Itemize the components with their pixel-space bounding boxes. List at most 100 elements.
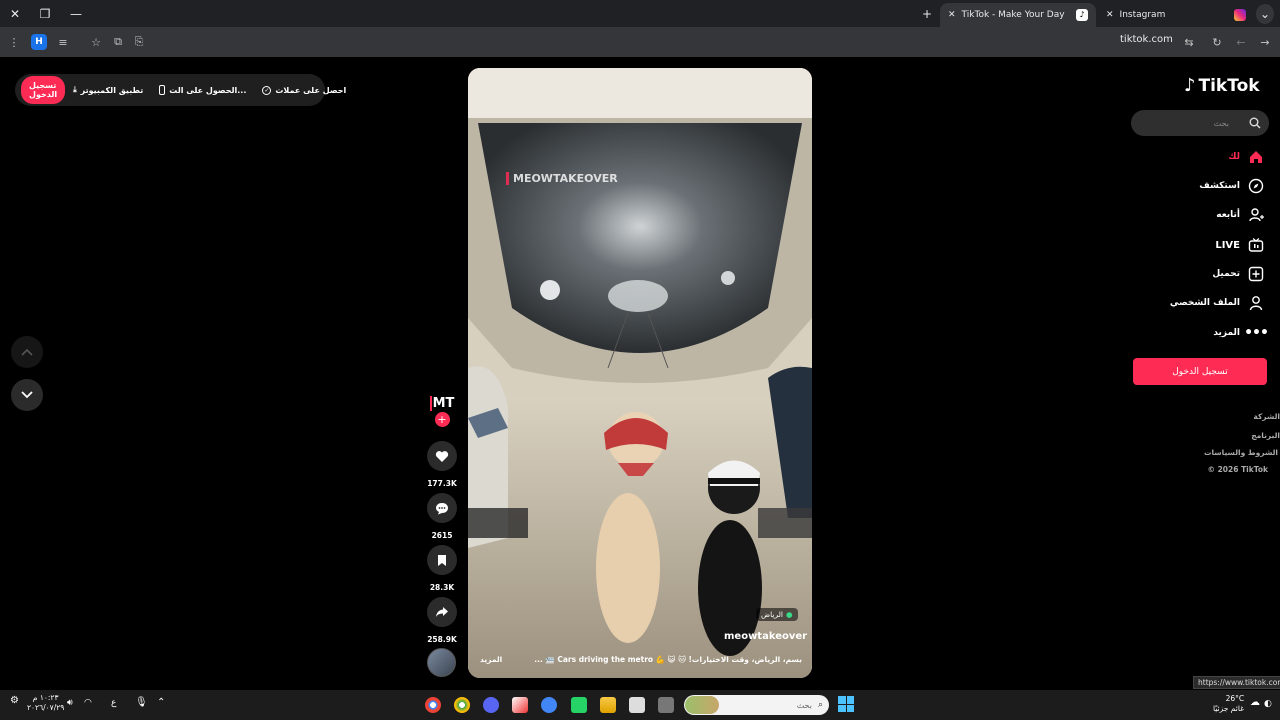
- follow-plus-icon[interactable]: +: [434, 412, 450, 427]
- get-app-link[interactable]: الحصول على الت...: [159, 85, 246, 95]
- reading-list-icon[interactable]: ≡: [55, 34, 71, 50]
- heart-icon: [435, 450, 449, 462]
- chrome-taskbar-icon[interactable]: [425, 697, 441, 713]
- file-explorer-taskbar-icon[interactable]: [600, 697, 616, 713]
- status-bar-url: https://www.tiktok.com: [1193, 676, 1280, 689]
- logo-text: TikTok: [1198, 75, 1260, 96]
- next-video-button[interactable]: [11, 379, 43, 411]
- previous-video-button[interactable]: [11, 336, 43, 368]
- forward-arrow-icon[interactable]: →: [1257, 34, 1273, 50]
- sidebar-item-label: المزيد: [1213, 328, 1240, 338]
- sidebar-item-explore[interactable]: استكشف: [1199, 178, 1264, 194]
- wifi-icon[interactable]: ◠: [84, 698, 92, 708]
- sidebar-login-button[interactable]: تسجيل الدخول: [1133, 358, 1267, 385]
- share-button[interactable]: 258.9K: [426, 597, 458, 644]
- notification-settings-icon[interactable]: ⚙: [10, 695, 19, 706]
- reload-icon[interactable]: ↻: [1209, 34, 1225, 50]
- close-window-icon[interactable]: ✕: [4, 4, 26, 24]
- music-disc-avatar[interactable]: [427, 648, 456, 677]
- restore-window-icon[interactable]: ❐: [34, 4, 56, 24]
- sidebar-item-profile[interactable]: الملف الشخصي: [1170, 295, 1264, 311]
- tiktok-favicon-icon: ♪: [1076, 9, 1088, 21]
- sidebar-item-live[interactable]: LIVE: [1215, 237, 1264, 253]
- weather-temp: 26°C: [1225, 694, 1245, 703]
- weather-widget[interactable]: 26°C غائم جزئيًا: [1213, 694, 1244, 714]
- coin-icon: ✓: [262, 85, 272, 95]
- app-taskbar-icon[interactable]: [512, 697, 528, 713]
- language-indicator[interactable]: ع: [111, 698, 116, 708]
- search-icon[interactable]: [1249, 117, 1261, 129]
- tiktok-logo[interactable]: ♪ TikTok: [1184, 75, 1260, 96]
- tab-close-icon[interactable]: ✕: [1106, 10, 1114, 20]
- sidebar-item-label: لك: [1228, 152, 1240, 162]
- location-pin-icon: ●: [785, 610, 793, 619]
- extension-h-icon[interactable]: H: [31, 34, 47, 50]
- download-icon: ⤓: [73, 85, 77, 94]
- comment-button[interactable]: 2615: [426, 493, 458, 540]
- clock-date: ٢٠٢٦/٠٧/٢٩: [27, 703, 65, 712]
- comment-count: 2615: [431, 531, 453, 540]
- sidebar-item-label: أتابعه: [1216, 210, 1240, 220]
- author-avatar-button[interactable]: MT +: [426, 396, 458, 427]
- footer-link-terms[interactable]: الشروط والسياسات: [1204, 448, 1278, 457]
- desktop-app-label: تطبيق الكمبيوتر: [80, 85, 144, 95]
- get-coins-link[interactable]: ✓ احصل على عملات: [262, 85, 346, 95]
- browser-toolbar: [0, 27, 1280, 57]
- chrome-profile-taskbar-icon[interactable]: [454, 697, 470, 713]
- like-button[interactable]: 177.3K: [426, 441, 458, 488]
- sidebar-item-label: تحميل: [1212, 269, 1240, 279]
- sidebar-item-upload[interactable]: تحميل: [1212, 266, 1264, 282]
- volume-icon[interactable]: 🔊︎: [67, 698, 73, 708]
- tray-chevron-up-icon[interactable]: ⌃: [157, 697, 165, 708]
- search-highlight-image: [685, 696, 719, 714]
- sidebar-item-following[interactable]: أتابعه: [1216, 207, 1264, 223]
- video-player[interactable]: MEOWTAKEOVER الرياض ● meowtakeover المزي…: [468, 68, 812, 678]
- tab-title: TikTok - Make Your Day: [961, 10, 1065, 20]
- instagram-favicon-icon: [1234, 9, 1246, 21]
- tab-search-chevron-icon[interactable]: ⌄: [1256, 4, 1274, 24]
- video-frame-image: [468, 68, 812, 678]
- sidebar-item-label: استكشف: [1199, 181, 1240, 191]
- menu-dots-icon[interactable]: ⋮: [6, 34, 22, 50]
- top-login-button[interactable]: تسجيل الدخول: [21, 76, 66, 104]
- video-watermark: MEOWTAKEOVER: [506, 172, 618, 185]
- footer-link-program[interactable]: البرنامج: [1251, 431, 1280, 440]
- store-taskbar-icon[interactable]: [629, 697, 645, 713]
- like-count: 177.3K: [427, 479, 457, 488]
- phone-icon: [159, 85, 166, 95]
- desktop-app-link[interactable]: ⤓ تطبيق الكمبيوتر: [73, 85, 143, 95]
- new-tab-button[interactable]: +: [916, 4, 938, 24]
- microphone-icon[interactable]: 🎙︎: [135, 697, 148, 708]
- whatsapp-taskbar-icon[interactable]: [571, 697, 587, 713]
- site-settings-icon[interactable]: ⇆: [1181, 34, 1197, 50]
- tab-close-icon[interactable]: ✕: [948, 10, 956, 20]
- back-arrow-icon[interactable]: ←: [1233, 34, 1249, 50]
- top-action-bar: ✓ احصل على عملات الحصول على الت... ⤓ تطب…: [15, 74, 346, 106]
- install-app-icon[interactable]: ⎘: [131, 34, 147, 50]
- footer-link-company[interactable]: الشركة: [1253, 412, 1280, 421]
- windows-start-icon[interactable]: [838, 696, 854, 712]
- minimize-window-icon[interactable]: —: [65, 4, 87, 24]
- author-avatar: MT: [429, 396, 454, 411]
- address-bar-url[interactable]: tiktok.com: [1120, 34, 1173, 45]
- tab-instagram[interactable]: ✕ Instagram: [1098, 3, 1254, 27]
- chrome-active-taskbar-icon[interactable]: [541, 697, 557, 713]
- sidebar-item-more[interactable]: المزيد •••: [1213, 325, 1269, 341]
- following-icon: [1248, 207, 1264, 223]
- share-count: 258.9K: [427, 635, 457, 644]
- copilot-icon[interactable]: ◐: [1264, 699, 1272, 709]
- search-input[interactable]: بحث: [1131, 110, 1269, 136]
- caption-more-button[interactable]: المزيد: [480, 655, 502, 664]
- comment-icon: [436, 502, 448, 514]
- translate-icon[interactable]: ⧉: [110, 34, 126, 50]
- save-button[interactable]: 28.3K: [426, 545, 458, 592]
- tab-tiktok[interactable]: ✕ TikTok - Make Your Day ♪: [940, 3, 1096, 27]
- video-author[interactable]: meowtakeover: [724, 631, 807, 642]
- task-view-taskbar-icon[interactable]: [658, 697, 674, 713]
- discord-taskbar-icon[interactable]: [483, 697, 499, 713]
- sidebar-item-foryou[interactable]: لك: [1228, 149, 1264, 165]
- compass-icon: [1248, 178, 1264, 194]
- location-badge[interactable]: الرياض ●: [756, 608, 798, 621]
- clock[interactable]: ١٠:٢٣ م ٢٠٢٦/٠٧/٢٩: [27, 693, 64, 713]
- bookmark-star-icon[interactable]: ☆: [88, 34, 104, 50]
